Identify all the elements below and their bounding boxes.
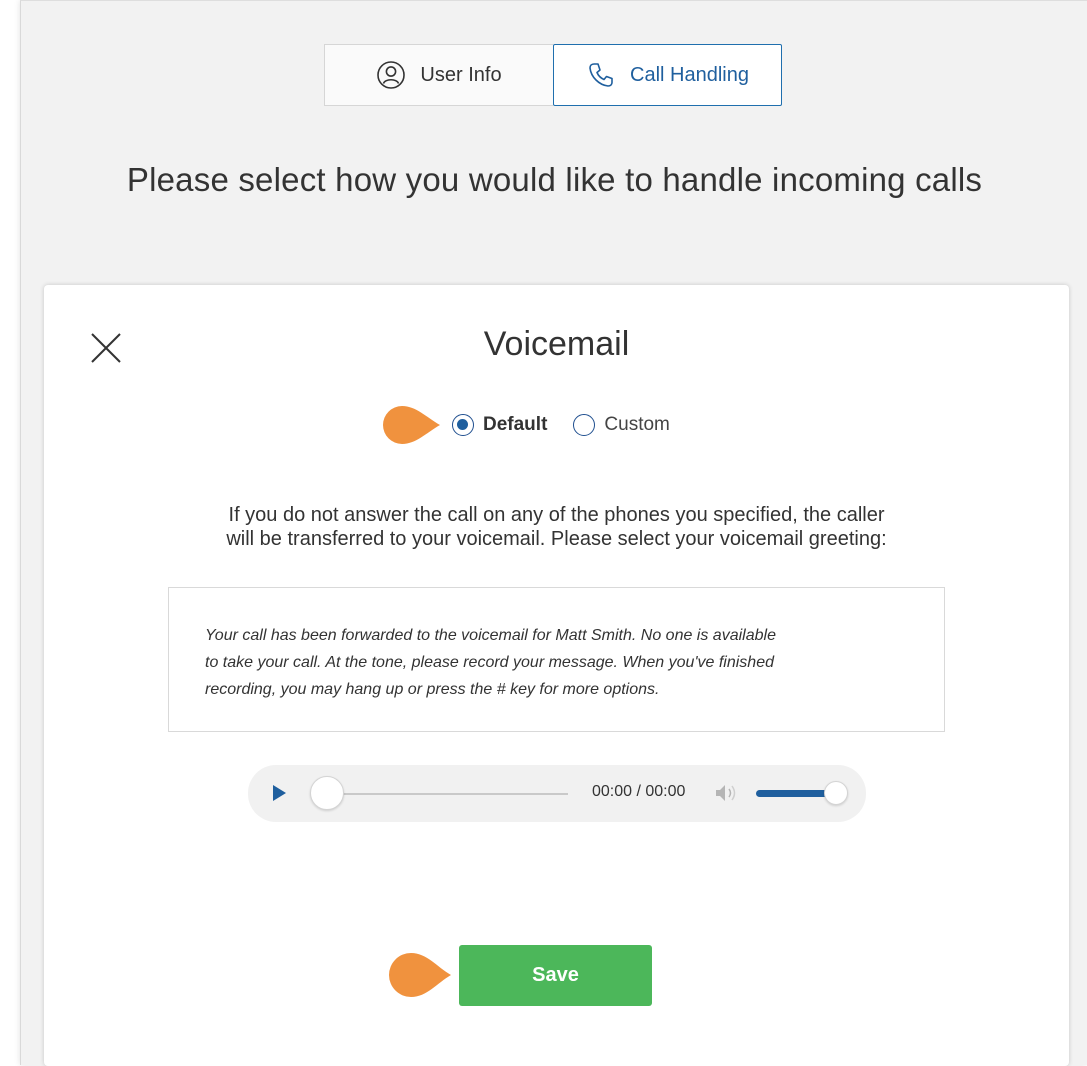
radio-custom[interactable]: Custom	[573, 414, 670, 436]
tab-call-handling[interactable]: Call Handling	[553, 44, 782, 106]
page-heading: Please select how you would like to hand…	[126, 161, 983, 198]
dialog-title: Voicemail	[483, 325, 630, 363]
volume-icon[interactable]	[714, 782, 740, 804]
seek-thumb[interactable]	[310, 776, 344, 810]
audio-player: 00:00 / 00:00	[248, 765, 866, 822]
save-area: Save	[387, 944, 652, 1006]
callout-marker-icon	[389, 953, 451, 997]
radio-custom-indicator[interactable]	[573, 414, 596, 436]
greeting-text-box: Your call has been forwarded to the voic…	[168, 587, 945, 732]
radio-default-label: Default	[483, 414, 548, 435]
tab-bar: User Info Call Handling	[324, 44, 782, 107]
radio-default-indicator[interactable]	[452, 414, 474, 436]
callout-marker-icon	[383, 406, 440, 444]
volume-thumb[interactable]	[824, 781, 848, 805]
radio-default[interactable]: Default	[452, 414, 547, 436]
greeting-line: to take your call. At the tone, please r…	[205, 654, 774, 671]
phone-icon	[589, 63, 613, 87]
page-frame: User Info Call Handling Please select ho…	[20, 0, 1087, 1066]
voicemail-dialog: Voicemail Default Custom If you do not a…	[44, 285, 1069, 1066]
greeting-line: recording, you may hang up or press the …	[205, 681, 660, 698]
instructions-line: If you do not answer the call on any of …	[228, 504, 885, 526]
play-icon[interactable]	[270, 784, 288, 802]
tab-user-info-label: User Info	[420, 63, 502, 86]
instructions-line: will be transferred to your voicemail. P…	[226, 528, 887, 550]
greeting-line: Your call has been forwarded to the voic…	[205, 627, 776, 644]
tab-user-info[interactable]: User Info	[324, 44, 553, 106]
tab-call-handling-label: Call Handling	[630, 63, 749, 86]
radio-custom-label: Custom	[604, 414, 670, 435]
user-icon	[377, 61, 406, 89]
instructions-text: If you do not answer the call on any of …	[44, 503, 1069, 551]
save-button[interactable]: Save	[459, 944, 652, 1006]
seek-track[interactable]	[328, 793, 568, 795]
greeting-type-radio-group: Default Custom	[382, 405, 696, 445]
time-readout: 00:00 / 00:00	[592, 783, 686, 800]
